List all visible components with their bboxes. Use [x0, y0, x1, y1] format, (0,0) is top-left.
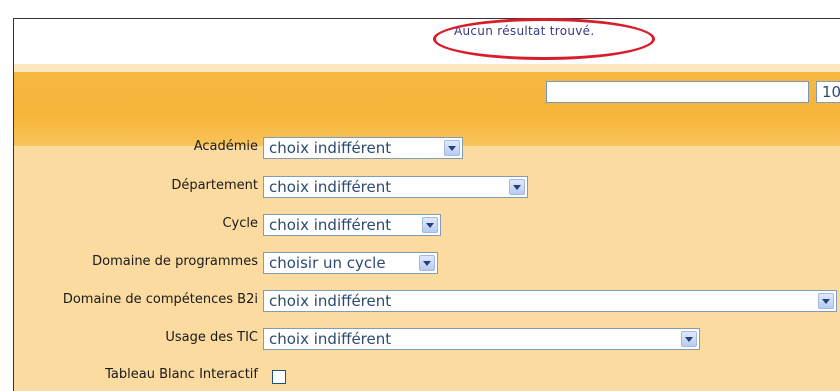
departement-value: choix indifférent — [269, 178, 392, 196]
chevron-down-icon[interactable] — [444, 140, 460, 156]
filter-input[interactable] — [546, 81, 809, 103]
domaine-programmes-value: choisir un cycle — [269, 254, 386, 272]
domaine-competences-select[interactable]: choix indifférent — [263, 290, 837, 312]
departement-label: Département — [171, 178, 258, 193]
usage-tic-value: choix indifférent — [269, 330, 392, 348]
academie-value: choix indifférent — [269, 139, 392, 157]
results-row: Aucun résultat trouvé. — [14, 18, 840, 64]
chevron-down-icon[interactable] — [419, 255, 435, 271]
academie-label: Académie — [193, 139, 258, 154]
page-size-value: 10 — [822, 83, 840, 101]
chevron-down-icon[interactable] — [509, 179, 525, 195]
usage-tic-label: Usage des TIC — [165, 330, 258, 345]
chevron-down-icon[interactable] — [681, 331, 697, 347]
domaine-programmes-label: Domaine de programmes — [92, 254, 258, 269]
page-size-select[interactable]: 10 — [816, 81, 840, 103]
toolbar-top-strip — [14, 64, 840, 72]
tbi-label: Tableau Blanc Interactif — [105, 367, 258, 382]
domaine-competences-label: Domaine de compétences B2i — [62, 292, 258, 307]
domaine-programmes-select[interactable]: choisir un cycle — [263, 252, 438, 274]
chevron-down-icon[interactable] — [422, 217, 438, 233]
academie-select[interactable]: choix indifférent — [263, 137, 463, 159]
chevron-down-icon[interactable] — [818, 293, 834, 309]
results-toolbar: 10 — [14, 72, 840, 146]
cycle-value: choix indifférent — [269, 216, 392, 234]
departement-select[interactable]: choix indifférent — [263, 176, 528, 198]
domaine-competences-value: choix indifférent — [269, 292, 392, 310]
cycle-label: Cycle — [222, 216, 258, 231]
cycle-select[interactable]: choix indifférent — [263, 214, 441, 236]
tbi-checkbox[interactable] — [272, 370, 286, 384]
highlight-ellipse — [433, 18, 655, 60]
usage-tic-select[interactable]: choix indifférent — [263, 328, 700, 350]
